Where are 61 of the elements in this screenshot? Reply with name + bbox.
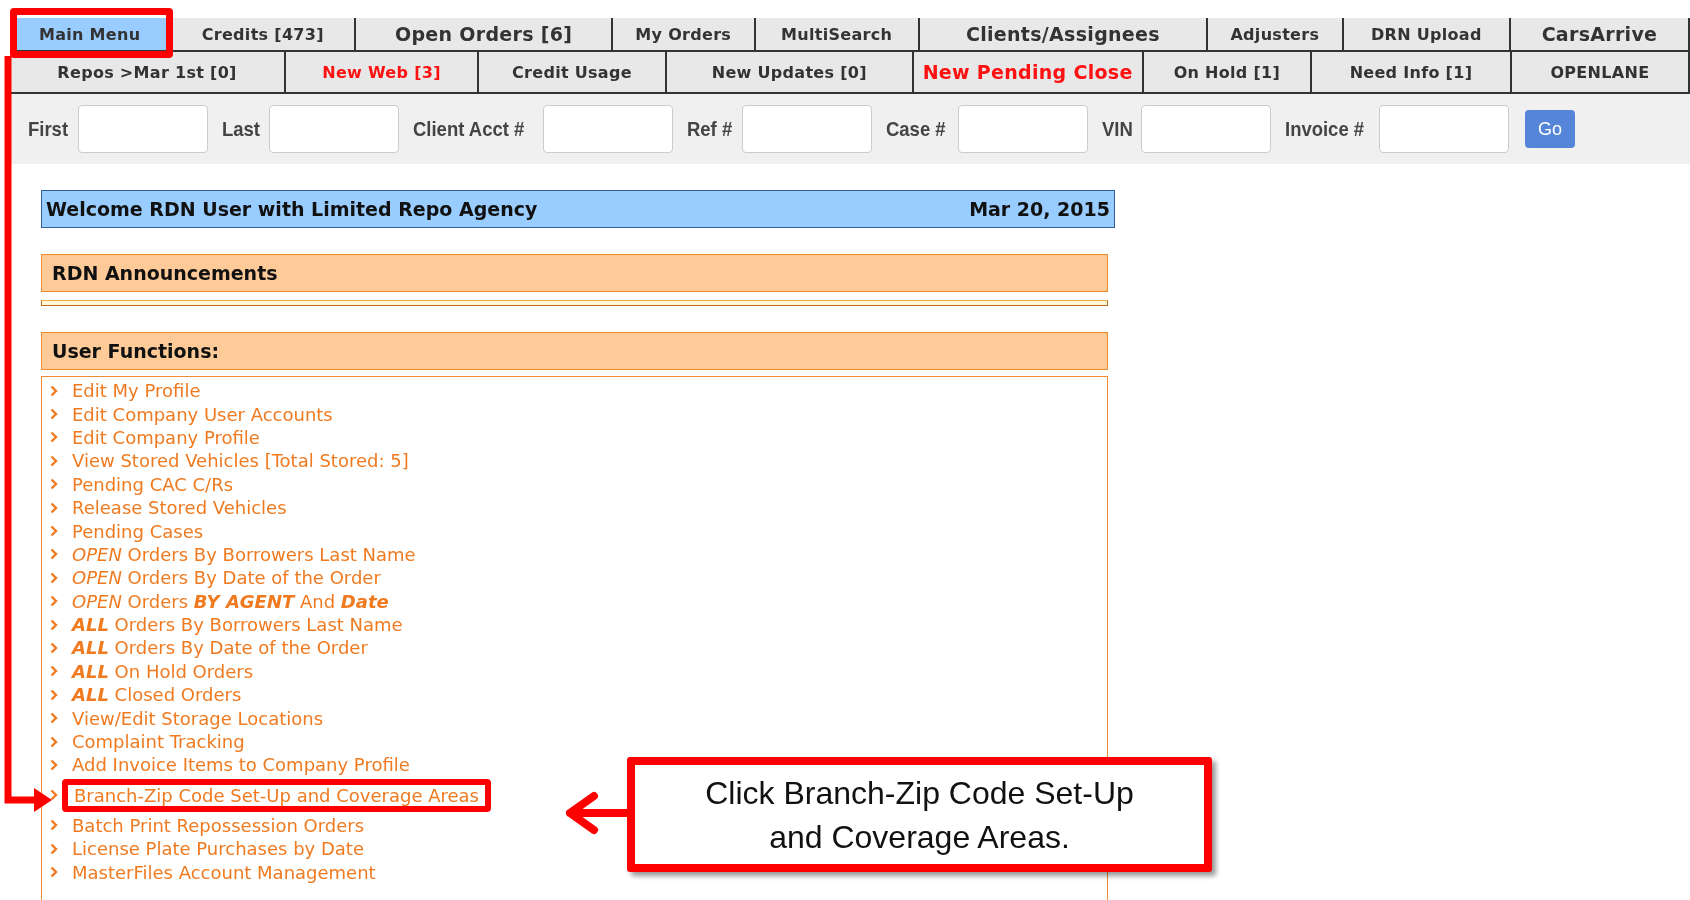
- field-label: Last: [221, 117, 260, 141]
- function-link[interactable]: Edit Company Profile: [72, 426, 260, 448]
- chevron-icon: [50, 688, 58, 701]
- function-link[interactable]: Release Stored Vehicles: [72, 497, 287, 519]
- chevron-icon: [50, 548, 58, 561]
- chevron-icon: [50, 595, 58, 608]
- chevron-icon: [50, 642, 58, 654]
- field-label: First: [28, 117, 69, 141]
- function-link[interactable]: Pending CAC C/Rs: [72, 473, 234, 495]
- function-link[interactable]: View Stored Vehicles [Total Stored: 5]: [72, 450, 409, 472]
- search-field[interactable]: [1141, 105, 1272, 153]
- function-link[interactable]: Edit Company User Accounts: [72, 403, 333, 425]
- field-label: Case #: [886, 117, 947, 141]
- chevron-icon: [50, 712, 58, 725]
- function-link[interactable]: ALL On Hold Orders: [72, 660, 254, 682]
- chevron-icon: [50, 384, 58, 397]
- field-label: Ref #: [687, 117, 733, 141]
- chevron-icon: [50, 525, 58, 538]
- search-field[interactable]: [543, 105, 674, 153]
- search-field[interactable]: [958, 105, 1089, 153]
- callout-box: Click Branch-Zip Code Set-Up and Coverage Areas.: [627, 757, 1212, 872]
- section-header: User Functions:: [41, 332, 1108, 370]
- function-link[interactable]: Branch-Zip Code Set-Up and Coverage Areas: [74, 784, 479, 806]
- search-field[interactable]: [742, 105, 873, 153]
- search-field[interactable]: [77, 105, 208, 153]
- chevron-icon: [50, 758, 58, 771]
- function-link[interactable]: ALL Orders By Borrowers Last Name: [72, 614, 403, 636]
- welcome-text: Welcome RDN User with Limited Repo Agency: [46, 198, 538, 220]
- chevron-icon: [50, 478, 58, 491]
- chevron-icon: [50, 665, 58, 678]
- function-link[interactable]: View/Edit Storage Locations: [72, 707, 323, 729]
- function-link[interactable]: Add Invoice Items to Company Profile: [72, 754, 410, 776]
- chevron-icon: [50, 866, 58, 879]
- chevron-icon: [50, 842, 58, 855]
- function-link[interactable]: OPEN Orders By Date of the Order: [72, 567, 381, 589]
- function-link[interactable]: Edit My Profile: [72, 380, 201, 402]
- function-link[interactable]: Batch Print Repossession Orders: [72, 814, 365, 836]
- function-link[interactable]: ALL Orders By Date of the Order: [72, 637, 368, 659]
- search-field[interactable]: [268, 105, 399, 153]
- search-field[interactable]: [1379, 105, 1510, 153]
- section-header: RDN Announcements: [41, 254, 1108, 292]
- chevron-icon: [50, 454, 58, 467]
- go-button[interactable]: Go: [1525, 110, 1576, 148]
- chevron-icon: [50, 735, 58, 748]
- chevron-icon: [50, 408, 58, 421]
- chevron-icon: [50, 431, 58, 444]
- chevron-icon: [50, 571, 58, 584]
- chevron-icon: [50, 819, 58, 832]
- function-link[interactable]: OPEN Orders BY AGENT And Date: [72, 590, 389, 612]
- field-label: Client Acct #: [412, 117, 524, 141]
- function-link[interactable]: Pending Cases: [72, 520, 204, 542]
- function-link[interactable]: Complaint Tracking: [72, 731, 245, 753]
- chevron-icon: [50, 501, 58, 514]
- function-link[interactable]: MasterFiles Account Management: [72, 861, 376, 883]
- date-text: Mar 20, 2015: [969, 198, 1110, 220]
- field-label: VIN: [1102, 117, 1133, 141]
- field-label: Invoice #: [1285, 117, 1365, 141]
- function-link[interactable]: OPEN Orders By Borrowers Last Name: [72, 543, 416, 565]
- chevron-icon: [50, 618, 58, 631]
- function-link[interactable]: License Plate Purchases by Date: [72, 838, 364, 860]
- function-link[interactable]: ALL Closed Orders: [72, 684, 242, 706]
